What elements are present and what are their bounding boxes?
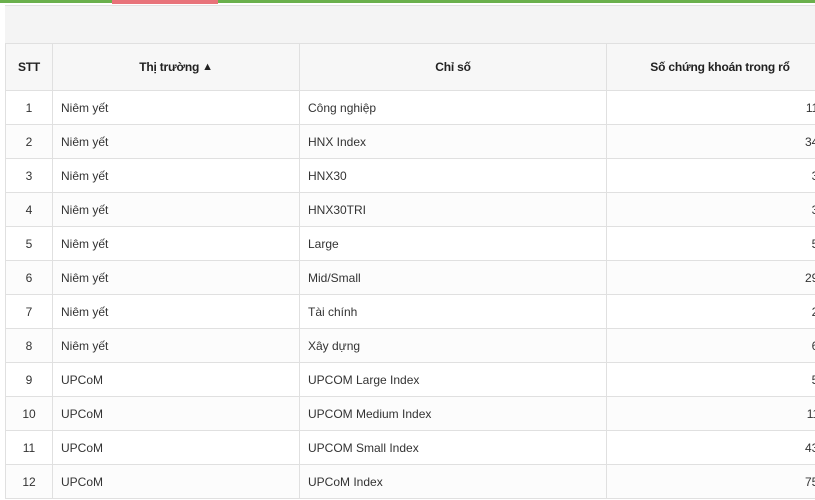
cell-count: 111: [606, 396, 815, 431]
cell-count: 438: [606, 430, 815, 465]
cell-stt: 7: [5, 294, 53, 329]
cell-market: Niêm yết: [52, 90, 300, 125]
cell-market: Niêm yết: [52, 260, 300, 295]
table-row[interactable]: 7Niêm yếtTài chính22: [5, 294, 815, 329]
table-row[interactable]: 4Niêm yếtHNX30TRI30: [5, 192, 815, 227]
table-row[interactable]: 3Niêm yếtHNX3030: [5, 158, 815, 193]
cell-market: Niêm yết: [52, 124, 300, 159]
cell-market: UPCoM: [52, 430, 300, 465]
table-row[interactable]: 1Niêm yếtCông nghiệp110: [5, 90, 815, 125]
cell-count: 294: [606, 260, 815, 295]
table-toolbar: [5, 5, 815, 44]
cell-count: 22: [606, 294, 815, 329]
table-row[interactable]: 9UPCoMUPCOM Large Index57: [5, 362, 815, 397]
column-header-market[interactable]: Thị trường ▲: [52, 43, 300, 91]
table-row[interactable]: 8Niêm yếtXây dựng60: [5, 328, 815, 363]
cell-index: UPCOM Large Index: [299, 362, 607, 397]
cell-count: 110: [606, 90, 815, 125]
cell-market: Niêm yết: [52, 192, 300, 227]
table-header-row: STT Thị trường ▲ Chỉ số Số chứng khoán t…: [5, 43, 815, 91]
cell-count: 344: [606, 124, 815, 159]
active-tab-indicator: [112, 0, 218, 4]
cell-stt: 9: [5, 362, 53, 397]
index-table: STT Thị trường ▲ Chỉ số Số chứng khoán t…: [5, 43, 815, 499]
cell-count: 60: [606, 328, 815, 363]
cell-stt: 1: [5, 90, 53, 125]
cell-index: Công nghiệp: [299, 90, 607, 125]
cell-count: 754: [606, 464, 815, 499]
cell-stt: 4: [5, 192, 53, 227]
cell-index: Mid/Small: [299, 260, 607, 295]
cell-index: HNX30TRI: [299, 192, 607, 227]
cell-index: Tài chính: [299, 294, 607, 329]
sort-ascending-icon[interactable]: ▲: [202, 61, 213, 73]
cell-market: Niêm yết: [52, 294, 300, 329]
cell-market: UPCoM: [52, 464, 300, 499]
cell-market: Niêm yết: [52, 158, 300, 193]
cell-count: 50: [606, 226, 815, 261]
table-row[interactable]: 12UPCoMUPCoM Index754: [5, 464, 815, 499]
cell-count: 30: [606, 192, 815, 227]
cell-stt: 12: [5, 464, 53, 499]
column-header-index[interactable]: Chỉ số: [299, 43, 607, 91]
cell-market: UPCoM: [52, 362, 300, 397]
cell-stt: 2: [5, 124, 53, 159]
cell-index: HNX Index: [299, 124, 607, 159]
cell-index: UPCoM Index: [299, 464, 607, 499]
cell-index: UPCOM Medium Index: [299, 396, 607, 431]
cell-index: UPCOM Small Index: [299, 430, 607, 465]
cell-stt: 10: [5, 396, 53, 431]
column-header-count[interactable]: Số chứng khoán trong rổ: [606, 43, 815, 91]
cell-index: HNX30: [299, 158, 607, 193]
cell-market: UPCoM: [52, 396, 300, 431]
cell-stt: 6: [5, 260, 53, 295]
cell-index: Xây dựng: [299, 328, 607, 363]
cell-stt: 11: [5, 430, 53, 465]
table-row[interactable]: 2Niêm yếtHNX Index344: [5, 124, 815, 159]
table-row[interactable]: 6Niêm yếtMid/Small294: [5, 260, 815, 295]
cell-market: Niêm yết: [52, 328, 300, 363]
cell-count: 30: [606, 158, 815, 193]
column-header-stt[interactable]: STT: [5, 43, 53, 91]
table-row[interactable]: 5Niêm yếtLarge50: [5, 226, 815, 261]
cell-count: 57: [606, 362, 815, 397]
table-row[interactable]: 11UPCoMUPCOM Small Index438: [5, 430, 815, 465]
cell-market: Niêm yết: [52, 226, 300, 261]
cell-stt: 8: [5, 328, 53, 363]
cell-stt: 3: [5, 158, 53, 193]
cell-index: Large: [299, 226, 607, 261]
column-header-market-label: Thị trường: [139, 60, 200, 74]
table-row[interactable]: 10UPCoMUPCOM Medium Index111: [5, 396, 815, 431]
cell-stt: 5: [5, 226, 53, 261]
